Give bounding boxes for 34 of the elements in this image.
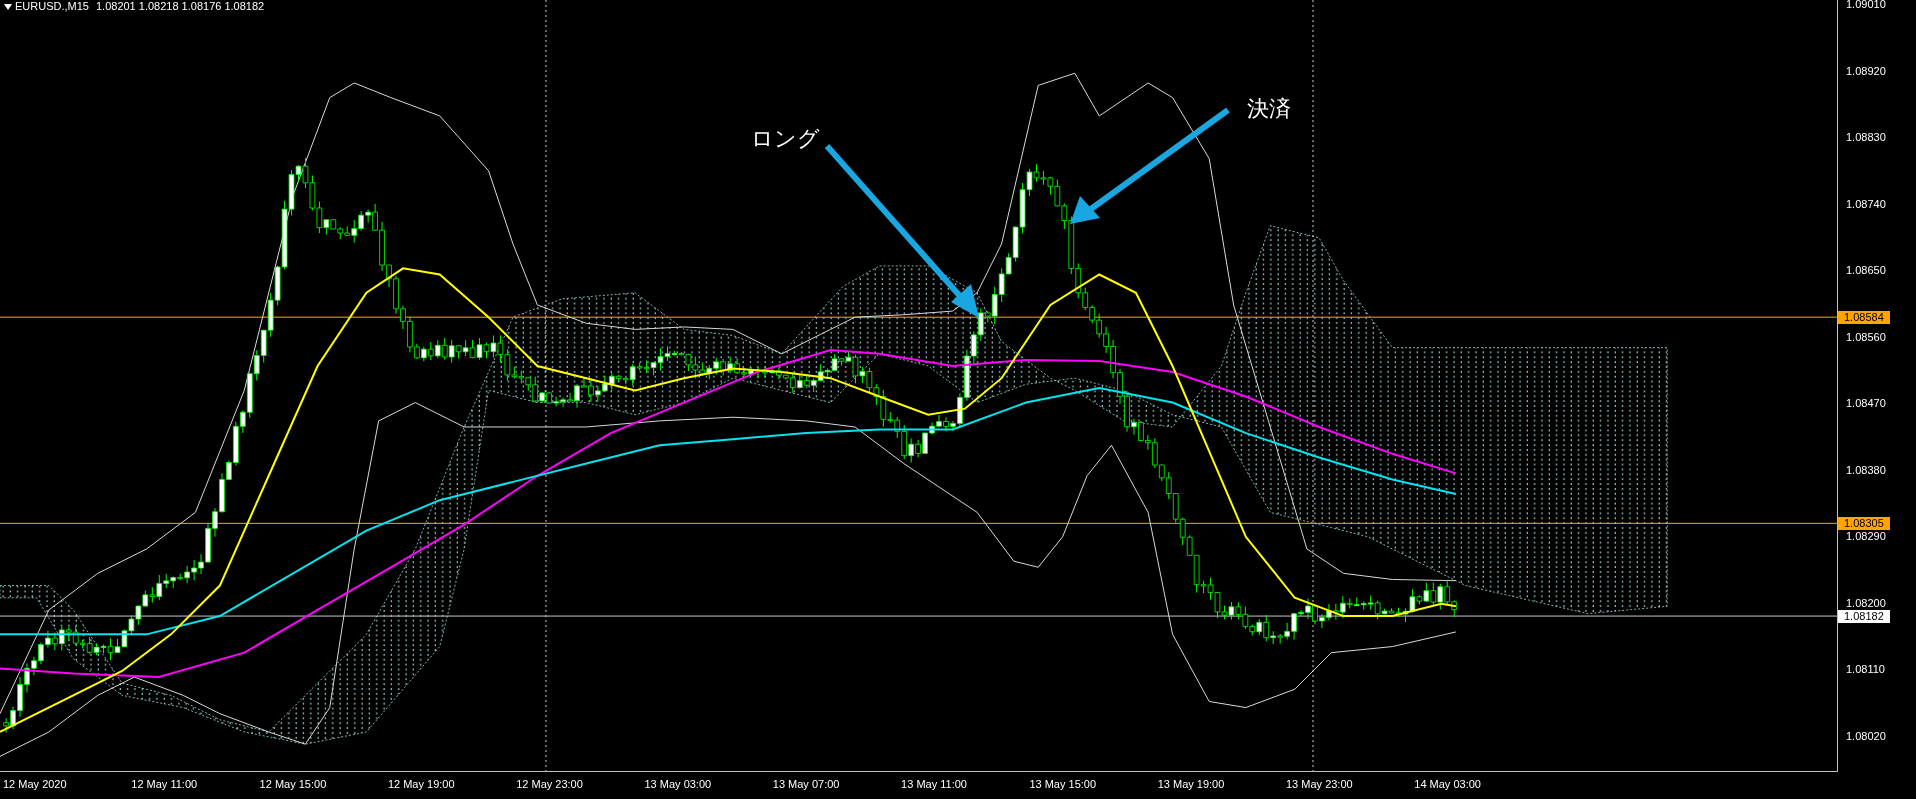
price-axis-label: 1.08290 — [1846, 531, 1886, 542]
price-axis-label: 1.08560 — [1846, 331, 1886, 343]
arrow-icon — [1068, 108, 1230, 226]
price-axis-label: 1.08470 — [1846, 398, 1886, 409]
price-axis-label: 1.08200 — [1846, 597, 1886, 609]
price-axis-label: 1.09010 — [1846, 0, 1886, 10]
time-axis-label: 13 May 11:00 — [901, 779, 967, 790]
time-axis-label: 12 May 2020 — [3, 779, 67, 790]
price-axis-label: 1.08020 — [1846, 730, 1886, 742]
price-axis-label: 1.08740 — [1846, 198, 1886, 210]
time-axis-label: 12 May 15:00 — [259, 779, 327, 790]
symbol-label: EURUSD.,M15 — [15, 1, 89, 12]
dropdown-triangle-icon[interactable] — [4, 3, 12, 10]
annotation-label: 決済 — [1247, 94, 1292, 123]
arrow-icon — [825, 144, 981, 320]
time-axis-label: 13 May 15:00 — [1029, 779, 1097, 790]
ohlc-values: 1.08201 1.08218 1.08176 1.08182 — [95, 1, 265, 12]
price-axis-label: 1.08830 — [1846, 132, 1886, 143]
price-tag: 1.08182 — [1838, 610, 1890, 623]
time-axis-label: 12 May 11:00 — [131, 779, 198, 790]
annotation-label: ロング — [751, 124, 821, 153]
price-axis-label: 1.08110 — [1846, 664, 1885, 675]
time-axis-label: 12 May 23:00 — [516, 779, 583, 790]
price-tag: 1.08305 — [1838, 517, 1890, 530]
price-axis-label: 1.08920 — [1846, 65, 1886, 77]
time-axis-label: 13 May 03:00 — [644, 779, 712, 790]
time-axis-label: 13 May 19:00 — [1157, 779, 1225, 790]
time-axis-label: 12 May 19:00 — [387, 779, 455, 790]
price-axis-label: 1.08380 — [1846, 464, 1886, 476]
time-axis-label: 13 May 07:00 — [772, 779, 840, 790]
price-axis-label: 1.08650 — [1846, 265, 1886, 276]
time-axis-label: 14 May 03:00 — [1414, 779, 1481, 790]
time-axis-label: 13 May 23:00 — [1286, 779, 1353, 790]
price-tag: 1.08584 — [1838, 311, 1890, 324]
